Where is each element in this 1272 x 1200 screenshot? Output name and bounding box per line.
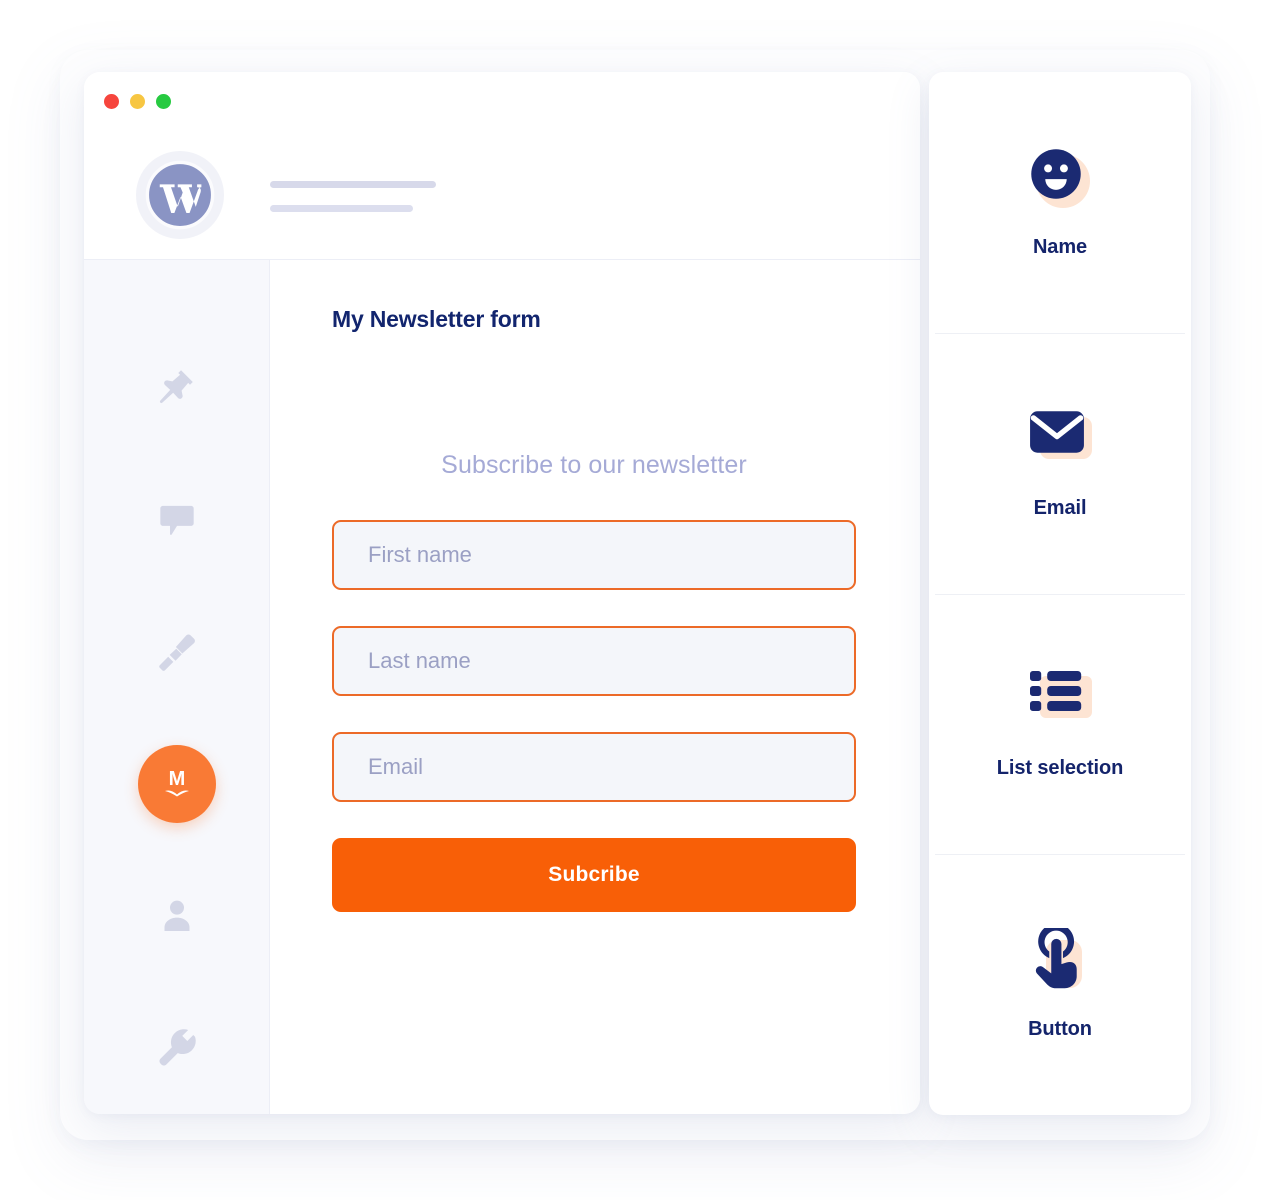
block-item-name[interactable]: Name bbox=[929, 72, 1191, 333]
wp-admin-sidebar: M bbox=[84, 260, 270, 1114]
sidebar-item-appearance[interactable] bbox=[84, 586, 270, 718]
first-name-field[interactable]: First name bbox=[332, 520, 856, 590]
placeholder-line-2 bbox=[270, 205, 413, 212]
list-icon bbox=[1028, 667, 1092, 731]
sidebar-item-comments[interactable] bbox=[84, 454, 270, 586]
svg-text:M: M bbox=[168, 768, 185, 790]
newsletter-form: Subscribe to our newsletter First name L… bbox=[332, 451, 856, 912]
blocks-panel: Name Email List selection Button bbox=[929, 72, 1191, 1115]
editor-body: M My Newsletter form Subscribe to our ne… bbox=[84, 260, 920, 1114]
smiley-face-icon bbox=[1028, 146, 1092, 210]
close-button[interactable] bbox=[104, 93, 119, 109]
block-label-name: Name bbox=[1028, 235, 1094, 261]
header-placeholder-lines bbox=[270, 177, 436, 212]
form-editor-canvas: My Newsletter form Subscribe to our news… bbox=[270, 260, 920, 1114]
last-name-placeholder: Last name bbox=[368, 648, 471, 673]
maximize-button[interactable] bbox=[156, 93, 171, 109]
block-label-button: Button bbox=[1024, 1018, 1098, 1044]
block-label-list-selection: List selection bbox=[992, 757, 1130, 783]
email-placeholder: Email bbox=[368, 754, 424, 779]
first-name-placeholder: First name bbox=[368, 542, 472, 567]
user-icon bbox=[157, 896, 197, 936]
comment-icon bbox=[157, 500, 197, 540]
envelope-icon bbox=[1028, 407, 1092, 471]
block-item-list-selection[interactable]: List selection bbox=[929, 593, 1191, 855]
mailpoet-logo: M bbox=[137, 745, 216, 823]
block-item-button[interactable]: Button bbox=[929, 854, 1191, 1115]
sidebar-item-mailpoet[interactable]: M bbox=[84, 718, 270, 850]
paintbrush-icon bbox=[155, 630, 199, 674]
tap-hand-icon bbox=[1028, 928, 1092, 992]
wordpress-header bbox=[84, 130, 920, 260]
placeholder-line-1 bbox=[270, 181, 436, 188]
form-heading: Subscribe to our newsletter bbox=[441, 451, 747, 479]
page-title: My Newsletter form bbox=[332, 306, 541, 332]
block-item-email[interactable]: Email bbox=[929, 332, 1191, 594]
sidebar-item-users[interactable] bbox=[84, 850, 270, 982]
minimize-button[interactable] bbox=[130, 93, 145, 109]
block-label-email: Email bbox=[1029, 496, 1093, 522]
window-titlebar bbox=[84, 72, 920, 130]
wordpress-icon bbox=[136, 150, 224, 239]
screenshot-stage: M My Newsletter form Subscribe to our ne… bbox=[0, 0, 1272, 1200]
email-field[interactable]: Email bbox=[332, 732, 856, 802]
browser-window: M My Newsletter form Subscribe to our ne… bbox=[84, 72, 920, 1114]
subscribe-button[interactable]: Subcribe bbox=[332, 838, 856, 912]
last-name-field[interactable]: Last name bbox=[332, 626, 856, 696]
wrench-icon bbox=[156, 1027, 198, 1069]
sidebar-item-pin[interactable] bbox=[84, 322, 270, 454]
sidebar-item-tools[interactable] bbox=[84, 982, 270, 1114]
pin-icon bbox=[155, 366, 199, 410]
